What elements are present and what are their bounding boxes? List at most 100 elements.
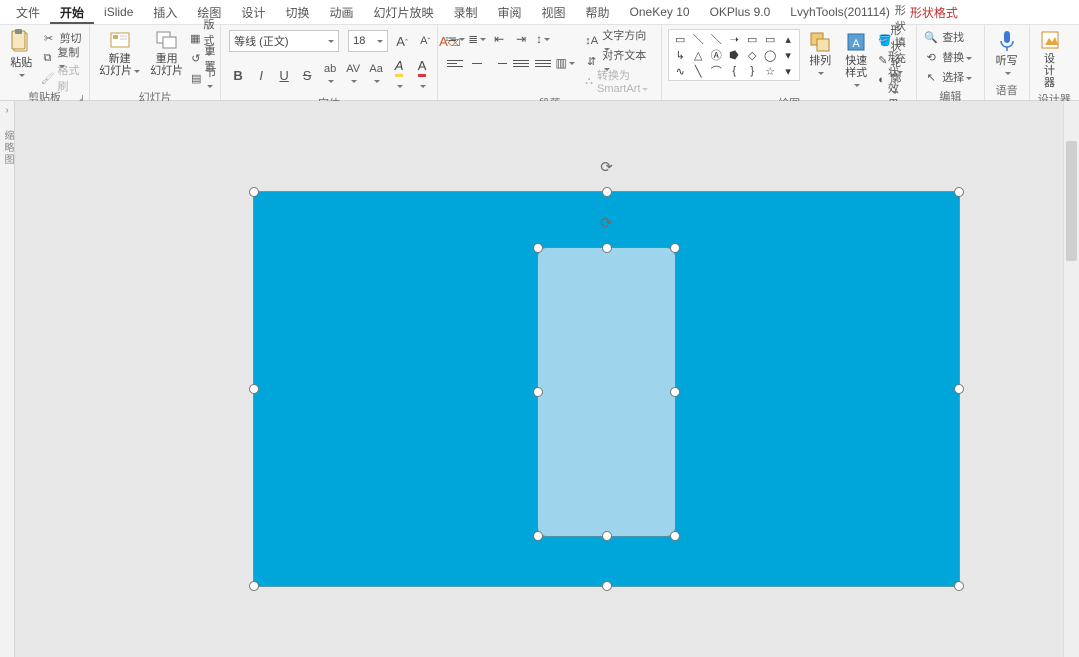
italic-button[interactable]: I xyxy=(252,68,270,83)
resize-handle[interactable] xyxy=(533,387,543,397)
shape-line-icon[interactable]: ＼ xyxy=(691,32,705,46)
resize-handle[interactable] xyxy=(249,384,259,394)
font-size-combo[interactable]: 18 xyxy=(348,30,388,52)
shape-diamond-icon[interactable]: ◇ xyxy=(745,48,759,62)
quick-styles-button[interactable]: A 快速样式 xyxy=(840,29,872,93)
tab-transition[interactable]: 切换 xyxy=(275,1,319,24)
tab-design[interactable]: 设计 xyxy=(231,1,275,24)
resize-handle[interactable] xyxy=(533,243,543,253)
thumbnails-pane-collapsed[interactable]: › 缩略图 xyxy=(0,101,15,657)
resize-handle[interactable] xyxy=(954,581,964,591)
shapes-gallery[interactable]: ▭ ＼ ＼ ➝ ▭ ▭ ▴ ↳ △ Ⓐ ⭓ ◇ ◯ ▾ ∿ ╲ ⌒ { } ☆ xyxy=(668,29,800,81)
align-left-button[interactable] xyxy=(446,54,464,72)
shape-rounded-rectangle-inner[interactable]: ⟳ xyxy=(537,247,676,537)
shape-star-icon[interactable]: ☆ xyxy=(763,64,777,78)
shadow-button[interactable]: ab xyxy=(321,63,339,87)
paste-button[interactable]: 粘贴 xyxy=(4,27,39,83)
char-spacing-button[interactable]: AV xyxy=(344,63,362,87)
find-button[interactable]: 🔍 查找 xyxy=(923,28,972,46)
gallery-up-icon[interactable]: ▴ xyxy=(781,32,795,46)
shape-effects-button[interactable]: ◐ 形状效果 xyxy=(878,71,908,89)
tab-shape-format[interactable]: 形状格式 xyxy=(900,1,968,24)
shape-arc-icon[interactable]: ⌒ xyxy=(709,64,723,78)
tab-lvyhtools[interactable]: LvyhTools(201114) xyxy=(780,2,900,22)
tab-view[interactable]: 视图 xyxy=(532,1,576,24)
resize-handle[interactable] xyxy=(249,581,259,591)
convert-smartart-button[interactable]: ⛬ 转换为 SmartArt xyxy=(584,72,651,90)
tab-animation[interactable]: 动画 xyxy=(319,1,363,24)
tab-help[interactable]: 帮助 xyxy=(576,1,620,24)
strike-button[interactable]: S xyxy=(298,68,316,83)
shape-oval-icon[interactable]: ◯ xyxy=(763,48,777,62)
numbering-button[interactable]: ≣ xyxy=(468,30,486,48)
font-size-value: 18 xyxy=(353,35,365,47)
font-color-button[interactable]: A xyxy=(413,58,431,92)
format-painter-button[interactable]: 🖌 格式刷 xyxy=(41,69,84,87)
resize-handle[interactable] xyxy=(670,531,680,541)
shape-curve-icon[interactable]: ∿ xyxy=(673,64,687,78)
tab-review[interactable]: 审阅 xyxy=(488,1,532,24)
scrollbar-thumb[interactable] xyxy=(1066,141,1077,261)
tab-file[interactable]: 文件 xyxy=(6,1,50,24)
tab-okplus[interactable]: OKPlus 9.0 xyxy=(700,2,781,22)
arrange-button[interactable]: 排列 xyxy=(804,29,836,81)
shape-lbrace-icon[interactable]: { xyxy=(727,64,741,78)
resize-handle[interactable] xyxy=(670,243,680,253)
cut-icon: ✂ xyxy=(41,32,57,45)
tab-record[interactable]: 录制 xyxy=(443,1,487,24)
tab-islide[interactable]: iSlide xyxy=(94,2,143,22)
rotate-handle-icon[interactable]: ⟳ xyxy=(600,214,613,232)
shape-connector-icon[interactable]: ↳ xyxy=(673,48,687,62)
tab-home[interactable]: 开始 xyxy=(50,1,94,24)
align-center-button[interactable] xyxy=(468,54,486,72)
resize-handle[interactable] xyxy=(602,243,612,253)
resize-handle[interactable] xyxy=(602,187,612,197)
resize-handle[interactable] xyxy=(249,187,259,197)
bold-button[interactable]: B xyxy=(229,68,247,83)
section-button[interactable]: ▤ 节 xyxy=(190,69,220,87)
change-case-button[interactable]: Aa xyxy=(367,63,385,87)
new-slide-button[interactable]: 新建 幻灯片 xyxy=(94,27,145,79)
justify-button[interactable] xyxy=(512,54,530,72)
resize-handle[interactable] xyxy=(533,531,543,541)
shrink-font-button[interactable]: Aˇ xyxy=(416,35,434,47)
gallery-down-icon[interactable]: ▾ xyxy=(781,48,795,62)
resize-handle[interactable] xyxy=(954,384,964,394)
resize-handle[interactable] xyxy=(602,581,612,591)
select-button[interactable]: ↖ 选择 xyxy=(923,68,972,86)
dictate-button[interactable]: 听写 xyxy=(989,27,1025,81)
shape-rect2-icon[interactable]: ▭ xyxy=(745,32,759,46)
shape-poly-icon[interactable]: ⭓ xyxy=(727,48,741,62)
rotate-handle-icon[interactable]: ⟳ xyxy=(600,158,613,176)
tab-onekey[interactable]: OneKey 10 xyxy=(620,2,700,22)
shape-arrow-icon[interactable]: ➝ xyxy=(727,32,741,46)
reuse-slides-button[interactable]: 重用 幻灯片 xyxy=(145,27,188,79)
replace-button[interactable]: ⟲ 替换 xyxy=(923,48,972,66)
shape-rbrace-icon[interactable]: } xyxy=(745,64,759,78)
increase-indent-button[interactable]: ⇥ xyxy=(512,30,530,48)
shape-freeform-icon[interactable]: ╲ xyxy=(691,64,705,78)
design-ideas-button[interactable]: 设 计 器 xyxy=(1034,27,1066,91)
tab-slideshow[interactable]: 幻灯片放映 xyxy=(363,1,443,24)
shape-triangle-icon[interactable]: △ xyxy=(691,48,705,62)
resize-handle[interactable] xyxy=(954,187,964,197)
align-right-button[interactable] xyxy=(490,54,508,72)
underline-button[interactable]: U xyxy=(275,68,293,83)
shape-rect-icon[interactable]: ▭ xyxy=(673,32,687,46)
grow-font-button[interactable]: Aˆ xyxy=(393,34,411,49)
vertical-scrollbar[interactable] xyxy=(1063,101,1079,657)
resize-handle[interactable] xyxy=(670,387,680,397)
shape-line2-icon[interactable]: ＼ xyxy=(709,32,723,46)
font-name-combo[interactable]: 等线 (正文) xyxy=(229,30,339,52)
resize-handle[interactable] xyxy=(602,531,612,541)
distributed-button[interactable] xyxy=(534,54,552,72)
decrease-indent-button[interactable]: ⇤ xyxy=(490,30,508,48)
highlight-button[interactable]: A xyxy=(390,58,408,92)
shape-rect3-icon[interactable]: ▭ xyxy=(763,32,777,46)
tab-insert[interactable]: 插入 xyxy=(143,1,187,24)
line-spacing-button[interactable]: ↕ xyxy=(534,30,552,48)
columns-button[interactable]: ▥ xyxy=(556,54,574,72)
gallery-more-icon[interactable]: ▾ xyxy=(781,64,795,78)
bullets-button[interactable]: ≔ xyxy=(446,30,464,48)
shape-textbox-icon[interactable]: Ⓐ xyxy=(709,48,723,62)
